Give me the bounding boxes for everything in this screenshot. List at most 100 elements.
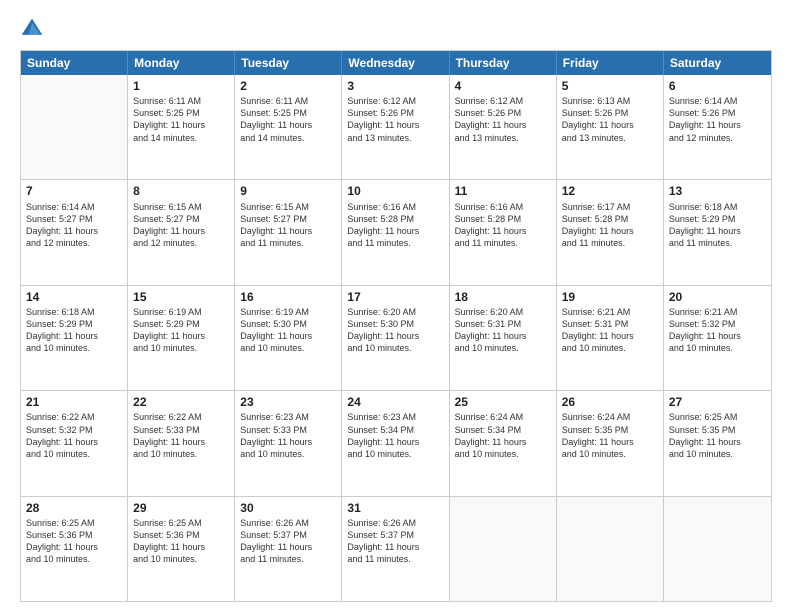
- cal-cell-r3-c4: 25Sunrise: 6:24 AM Sunset: 5:34 PM Dayli…: [450, 391, 557, 495]
- cal-cell-r1-c5: 12 Sunrise: 6:17 AM Sunset: 5:28 PM Dayli…: [557, 180, 664, 284]
- day-number: 10: [347, 183, 443, 199]
- cal-row-2: 14Sunrise: 6:18 AM Sunset: 5:29 PM Dayli…: [21, 286, 771, 391]
- day-number: 5: [562, 78, 658, 94]
- cell-info: Sunrise: 6:19 AM Sunset: 5:30 PM Dayligh…: [240, 306, 336, 355]
- cal-cell-r0-c3: 3Sunrise: 6:12 AM Sunset: 5:26 PM Daylig…: [342, 75, 449, 179]
- day-number: 2: [240, 78, 336, 94]
- day-number: 24: [347, 394, 443, 410]
- day-number: 11: [455, 183, 551, 199]
- day-number: 22: [133, 394, 229, 410]
- cal-cell-r3-c2: 23Sunrise: 6:23 AM Sunset: 5:33 PM Dayli…: [235, 391, 342, 495]
- cal-cell-r3-c6: 27Sunrise: 6:25 AM Sunset: 5:35 PM Dayli…: [664, 391, 771, 495]
- day-number: 14: [26, 289, 122, 305]
- cell-info: Sunrise: 6:26 AM Sunset: 5:37 PM Dayligh…: [240, 517, 336, 566]
- cal-cell-r0-c4: 4Sunrise: 6:12 AM Sunset: 5:26 PM Daylig…: [450, 75, 557, 179]
- calendar: SundayMondayTuesdayWednesdayThursdayFrid…: [20, 50, 772, 602]
- cal-cell-r4-c1: 29Sunrise: 6:25 AM Sunset: 5:36 PM Dayli…: [128, 497, 235, 601]
- cell-info: Sunrise: 6:14 AM Sunset: 5:26 PM Dayligh…: [669, 95, 766, 144]
- header: [20, 16, 772, 40]
- weekday-sunday: Sunday: [21, 51, 128, 75]
- cal-cell-r2-c0: 14Sunrise: 6:18 AM Sunset: 5:29 PM Dayli…: [21, 286, 128, 390]
- day-number: 7: [26, 183, 122, 199]
- cal-cell-r3-c1: 22Sunrise: 6:22 AM Sunset: 5:33 PM Dayli…: [128, 391, 235, 495]
- day-number: 18: [455, 289, 551, 305]
- cell-info: Sunrise: 6:15 AM Sunset: 5:27 PM Dayligh…: [240, 201, 336, 250]
- cal-cell-r4-c4: [450, 497, 557, 601]
- day-number: 3: [347, 78, 443, 94]
- cell-info: Sunrise: 6:22 AM Sunset: 5:32 PM Dayligh…: [26, 411, 122, 460]
- logo: [20, 16, 48, 40]
- weekday-wednesday: Wednesday: [342, 51, 449, 75]
- weekday-friday: Friday: [557, 51, 664, 75]
- cell-info: Sunrise: 6:25 AM Sunset: 5:36 PM Dayligh…: [26, 517, 122, 566]
- cell-info: Sunrise: 6:15 AM Sunset: 5:27 PM Dayligh…: [133, 201, 229, 250]
- day-number: 23: [240, 394, 336, 410]
- cell-info: Sunrise: 6:18 AM Sunset: 5:29 PM Dayligh…: [26, 306, 122, 355]
- cell-info: Sunrise: 6:14 AM Sunset: 5:27 PM Dayligh…: [26, 201, 122, 250]
- calendar-body: 1Sunrise: 6:11 AM Sunset: 5:25 PM Daylig…: [21, 75, 771, 601]
- day-number: 4: [455, 78, 551, 94]
- cal-cell-r4-c5: [557, 497, 664, 601]
- day-number: 29: [133, 500, 229, 516]
- cal-cell-r1-c4: 11 Sunrise: 6:16 AM Sunset: 5:28 PM Dayli…: [450, 180, 557, 284]
- day-number: 17: [347, 289, 443, 305]
- cal-cell-r2-c1: 15Sunrise: 6:19 AM Sunset: 5:29 PM Dayli…: [128, 286, 235, 390]
- cal-cell-r2-c3: 17Sunrise: 6:20 AM Sunset: 5:30 PM Dayli…: [342, 286, 449, 390]
- cal-cell-r0-c6: 6Sunrise: 6:14 AM Sunset: 5:26 PM Daylig…: [664, 75, 771, 179]
- cal-row-0: 1Sunrise: 6:11 AM Sunset: 5:25 PM Daylig…: [21, 75, 771, 180]
- cell-info: Sunrise: 6:23 AM Sunset: 5:33 PM Dayligh…: [240, 411, 336, 460]
- cell-info: Sunrise: 6:11 AM Sunset: 5:25 PM Dayligh…: [133, 95, 229, 144]
- weekday-monday: Monday: [128, 51, 235, 75]
- day-number: 28: [26, 500, 122, 516]
- cell-info: Sunrise: 6:12 AM Sunset: 5:26 PM Dayligh…: [455, 95, 551, 144]
- weekday-saturday: Saturday: [664, 51, 771, 75]
- day-number: 15: [133, 289, 229, 305]
- cell-info: Sunrise: 6:26 AM Sunset: 5:37 PM Dayligh…: [347, 517, 443, 566]
- calendar-header: SundayMondayTuesdayWednesdayThursdayFrid…: [21, 51, 771, 75]
- cal-cell-r1-c6: 13Sunrise: 6:18 AM Sunset: 5:29 PM Dayli…: [664, 180, 771, 284]
- cal-cell-r1-c0: 7 Sunrise: 6:14 AM Sunset: 5:27 PM Daylig…: [21, 180, 128, 284]
- day-number: 12: [562, 183, 658, 199]
- day-number: 26: [562, 394, 658, 410]
- cal-cell-r2-c5: 19Sunrise: 6:21 AM Sunset: 5:31 PM Dayli…: [557, 286, 664, 390]
- cal-row-4: 28Sunrise: 6:25 AM Sunset: 5:36 PM Dayli…: [21, 497, 771, 601]
- day-number: 31: [347, 500, 443, 516]
- cell-info: Sunrise: 6:20 AM Sunset: 5:31 PM Dayligh…: [455, 306, 551, 355]
- cal-cell-r0-c0: [21, 75, 128, 179]
- cal-cell-r1-c2: 9 Sunrise: 6:15 AM Sunset: 5:27 PM Daylig…: [235, 180, 342, 284]
- cell-info: Sunrise: 6:23 AM Sunset: 5:34 PM Dayligh…: [347, 411, 443, 460]
- cal-cell-r2-c6: 20Sunrise: 6:21 AM Sunset: 5:32 PM Dayli…: [664, 286, 771, 390]
- cal-cell-r1-c3: 10 Sunrise: 6:16 AM Sunset: 5:28 PM Dayli…: [342, 180, 449, 284]
- cal-cell-r1-c1: 8Sunrise: 6:15 AM Sunset: 5:27 PM Daylig…: [128, 180, 235, 284]
- cal-cell-r4-c3: 31Sunrise: 6:26 AM Sunset: 5:37 PM Dayli…: [342, 497, 449, 601]
- cell-info: Sunrise: 6:17 AM Sunset: 5:28 PM Dayligh…: [562, 201, 658, 250]
- cal-cell-r4-c6: [664, 497, 771, 601]
- cell-info: Sunrise: 6:16 AM Sunset: 5:28 PM Dayligh…: [455, 201, 551, 250]
- cell-info: Sunrise: 6:25 AM Sunset: 5:35 PM Dayligh…: [669, 411, 766, 460]
- cell-info: Sunrise: 6:18 AM Sunset: 5:29 PM Dayligh…: [669, 201, 766, 250]
- cal-cell-r4-c2: 30Sunrise: 6:26 AM Sunset: 5:37 PM Dayli…: [235, 497, 342, 601]
- day-number: 25: [455, 394, 551, 410]
- cal-cell-r4-c0: 28Sunrise: 6:25 AM Sunset: 5:36 PM Dayli…: [21, 497, 128, 601]
- cal-cell-r2-c4: 18Sunrise: 6:20 AM Sunset: 5:31 PM Dayli…: [450, 286, 557, 390]
- cell-info: Sunrise: 6:21 AM Sunset: 5:32 PM Dayligh…: [669, 306, 766, 355]
- cell-info: Sunrise: 6:13 AM Sunset: 5:26 PM Dayligh…: [562, 95, 658, 144]
- day-number: 9: [240, 183, 336, 199]
- cal-cell-r0-c2: 2Sunrise: 6:11 AM Sunset: 5:25 PM Daylig…: [235, 75, 342, 179]
- cell-info: Sunrise: 6:21 AM Sunset: 5:31 PM Dayligh…: [562, 306, 658, 355]
- cell-info: Sunrise: 6:24 AM Sunset: 5:35 PM Dayligh…: [562, 411, 658, 460]
- cell-info: Sunrise: 6:22 AM Sunset: 5:33 PM Dayligh…: [133, 411, 229, 460]
- day-number: 19: [562, 289, 658, 305]
- day-number: 30: [240, 500, 336, 516]
- cal-row-3: 21Sunrise: 6:22 AM Sunset: 5:32 PM Dayli…: [21, 391, 771, 496]
- day-number: 1: [133, 78, 229, 94]
- cal-cell-r0-c1: 1Sunrise: 6:11 AM Sunset: 5:25 PM Daylig…: [128, 75, 235, 179]
- day-number: 27: [669, 394, 766, 410]
- cell-info: Sunrise: 6:16 AM Sunset: 5:28 PM Dayligh…: [347, 201, 443, 250]
- cal-row-1: 7 Sunrise: 6:14 AM Sunset: 5:27 PM Daylig…: [21, 180, 771, 285]
- page: SundayMondayTuesdayWednesdayThursdayFrid…: [0, 0, 792, 612]
- cal-cell-r3-c3: 24Sunrise: 6:23 AM Sunset: 5:34 PM Dayli…: [342, 391, 449, 495]
- cell-info: Sunrise: 6:11 AM Sunset: 5:25 PM Dayligh…: [240, 95, 336, 144]
- cell-info: Sunrise: 6:25 AM Sunset: 5:36 PM Dayligh…: [133, 517, 229, 566]
- weekday-thursday: Thursday: [450, 51, 557, 75]
